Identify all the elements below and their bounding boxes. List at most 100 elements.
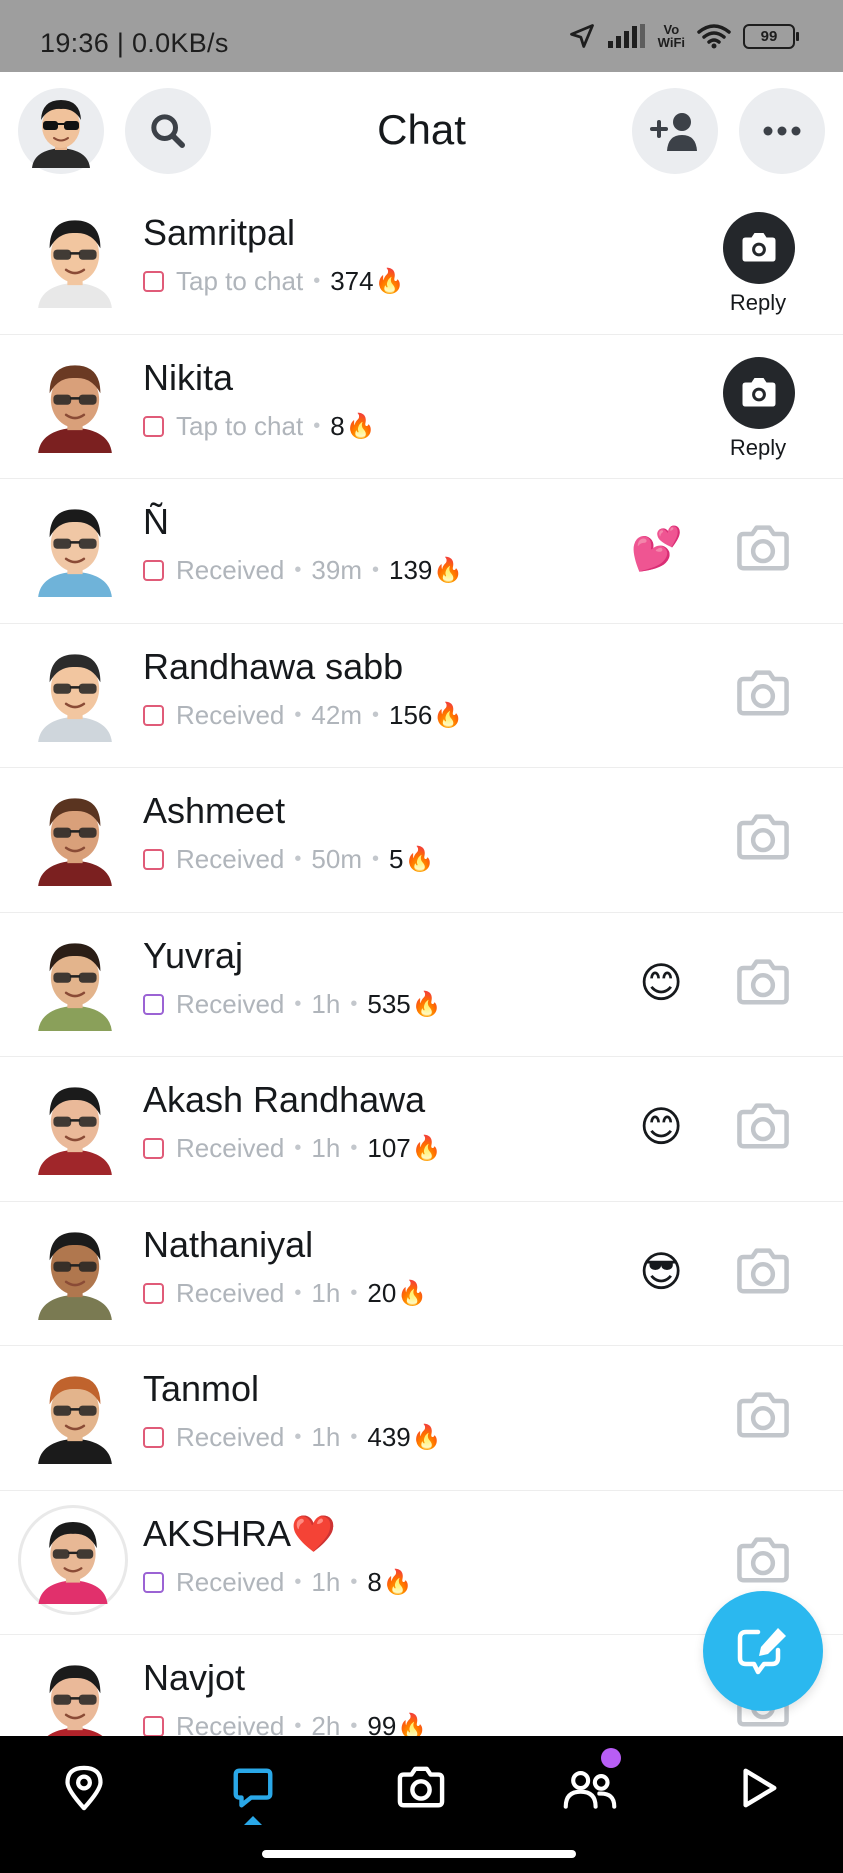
chat-row[interactable]: Ashmeet Received • 50m • 5 🔥 xyxy=(0,768,843,913)
friend-avatar[interactable] xyxy=(28,1659,122,1736)
reply-label[interactable]: Reply xyxy=(713,290,803,316)
chat-status-text: Received xyxy=(176,1277,285,1308)
chat-row[interactable]: Samritpal Tap to chat • 374 🔥 Reply xyxy=(0,190,843,335)
chat-row[interactable]: Nathaniyal Received • 1h • 20 🔥 😎 xyxy=(0,1202,843,1346)
friend-avatar[interactable] xyxy=(28,792,122,886)
chat-time: 39m xyxy=(311,555,362,585)
streak-count: 20 xyxy=(367,1277,397,1308)
camera-reply-button[interactable] xyxy=(733,1390,793,1442)
chat-status-text: Received xyxy=(176,988,285,1019)
chat-row[interactable]: Yuvraj Received • 1h • 535 🔥 😊 xyxy=(0,913,843,1057)
bitmoji-avatar xyxy=(38,1376,112,1464)
chat-status-line: Received • 2h • 99 🔥 xyxy=(143,1711,427,1736)
chat-status-text: Received xyxy=(176,1711,285,1736)
chat-row[interactable]: Randhawa sabb Received • 42m • 156 🔥 xyxy=(0,624,843,768)
fire-icon: 🔥 xyxy=(345,412,376,440)
camera-reply-button[interactable] xyxy=(733,812,793,864)
friend-name: Nikita xyxy=(143,356,234,398)
chat-row[interactable]: Akash Randhawa Received • 1h • 107 🔥 😊 xyxy=(0,1057,843,1202)
camera-reply-button[interactable] xyxy=(733,1535,793,1587)
reply-camera-button[interactable] xyxy=(723,356,795,429)
friend-emoji-badge: 😎 xyxy=(639,1247,683,1295)
chat-time: 1h xyxy=(311,1133,341,1163)
friend-name: Ñ xyxy=(143,501,169,542)
chat-status-text: Tap to chat xyxy=(176,410,304,441)
signal-icon xyxy=(607,24,645,48)
chat-time: 42m xyxy=(311,699,362,730)
reply-label[interactable]: Reply xyxy=(713,435,803,461)
bitmoji-avatar xyxy=(38,798,112,886)
separator-dot: • xyxy=(372,848,380,870)
streak-count: 8 xyxy=(330,410,345,441)
friend-avatar[interactable] xyxy=(28,648,122,742)
friend-avatar[interactable] xyxy=(28,1081,122,1175)
friend-avatar[interactable] xyxy=(28,214,122,308)
separator-dot: • xyxy=(350,1137,358,1159)
streak-count: 107 xyxy=(367,1133,411,1163)
separator-dot: • xyxy=(294,1281,302,1304)
chat-status-line: Received • 42m • 156 🔥 xyxy=(143,700,463,731)
friend-name: Ashmeet xyxy=(143,790,286,831)
chat-row[interactable]: Nikita Tap to chat • 8 🔥 Reply xyxy=(0,335,843,479)
status-bar: 19:36 | 0.0KB/s Vo WiFi 99 xyxy=(0,0,843,72)
chat-time: 1h xyxy=(311,1277,341,1308)
camera-reply-button[interactable] xyxy=(733,1246,793,1298)
separator-dot: • xyxy=(294,559,302,581)
camera-outline-icon xyxy=(737,1247,789,1294)
chat-row[interactable]: Tanmol Received • 1h • 439 🔥 xyxy=(0,1346,843,1491)
home-indicator xyxy=(262,1850,576,1858)
friend-avatar[interactable] xyxy=(28,1226,122,1320)
new-chat-button[interactable] xyxy=(703,1591,823,1711)
chat-time: 50m xyxy=(311,844,362,874)
nav-chat[interactable] xyxy=(223,1758,283,1818)
camera-icon xyxy=(742,233,776,262)
add-friend-button[interactable] xyxy=(632,88,718,174)
friend-avatar[interactable] xyxy=(28,503,122,597)
chat-row[interactable]: Ñ Received • 39m • 139 🔥 💕 xyxy=(0,479,843,624)
reply-camera-button[interactable] xyxy=(723,212,795,284)
camera-reply-button[interactable] xyxy=(733,668,793,720)
separator-dot: • xyxy=(372,559,380,581)
separator-dot: • xyxy=(313,414,321,437)
friend-name: Randhawa sabb xyxy=(143,645,404,687)
friend-avatar[interactable] xyxy=(28,1370,122,1464)
friend-avatar[interactable] xyxy=(28,359,122,453)
camera-reply-button[interactable] xyxy=(733,957,793,1009)
camera-reply-button[interactable] xyxy=(733,523,793,575)
friends-notification-badge xyxy=(601,1748,621,1768)
bottom-navigation xyxy=(0,1736,843,1873)
bitmoji-avatar xyxy=(38,1231,112,1320)
chat-status-text: Received xyxy=(176,555,285,585)
nav-spotlight[interactable] xyxy=(729,1758,789,1818)
separator-dot: • xyxy=(350,992,358,1015)
camera-reply-button[interactable] xyxy=(733,1101,793,1153)
separator-dot: • xyxy=(350,1715,358,1736)
friend-name: Akash Randhawa xyxy=(143,1079,426,1120)
separator-dot: • xyxy=(350,1281,358,1304)
nav-camera[interactable] xyxy=(391,1758,451,1818)
chat-status-text: Received xyxy=(176,1422,285,1452)
vowifi-indicator: Vo WiFi xyxy=(657,22,685,50)
fire-icon: 🔥 xyxy=(411,1424,442,1451)
friend-avatar[interactable] xyxy=(18,1504,128,1615)
streak-count: 8 xyxy=(367,1566,382,1597)
friend-avatar[interactable] xyxy=(28,937,122,1031)
new-chat-icon xyxy=(737,1628,786,1675)
chat-status-line: Received • 39m • 139 🔥 xyxy=(143,555,463,586)
friend-name: Navjot xyxy=(143,1657,246,1698)
fire-icon: 🔥 xyxy=(397,1279,428,1307)
add-friend-icon xyxy=(650,113,697,151)
nav-map[interactable] xyxy=(54,1758,114,1818)
chat-status-text: Tap to chat xyxy=(176,266,304,296)
chat-status-icon xyxy=(143,560,164,581)
camera-outline-icon xyxy=(737,1536,789,1583)
fire-icon: 🔥 xyxy=(411,990,442,1018)
fire-icon: 🔥 xyxy=(374,268,405,295)
friend-emoji-badge: 😊 xyxy=(639,958,683,1006)
more-options-button[interactable] xyxy=(739,88,825,174)
friend-name: Tanmol xyxy=(143,1368,260,1409)
separator-dot: • xyxy=(294,1715,302,1736)
friends-icon xyxy=(563,1771,617,1809)
chat-status-icon xyxy=(143,271,164,292)
streak-count: 156 xyxy=(389,699,433,730)
